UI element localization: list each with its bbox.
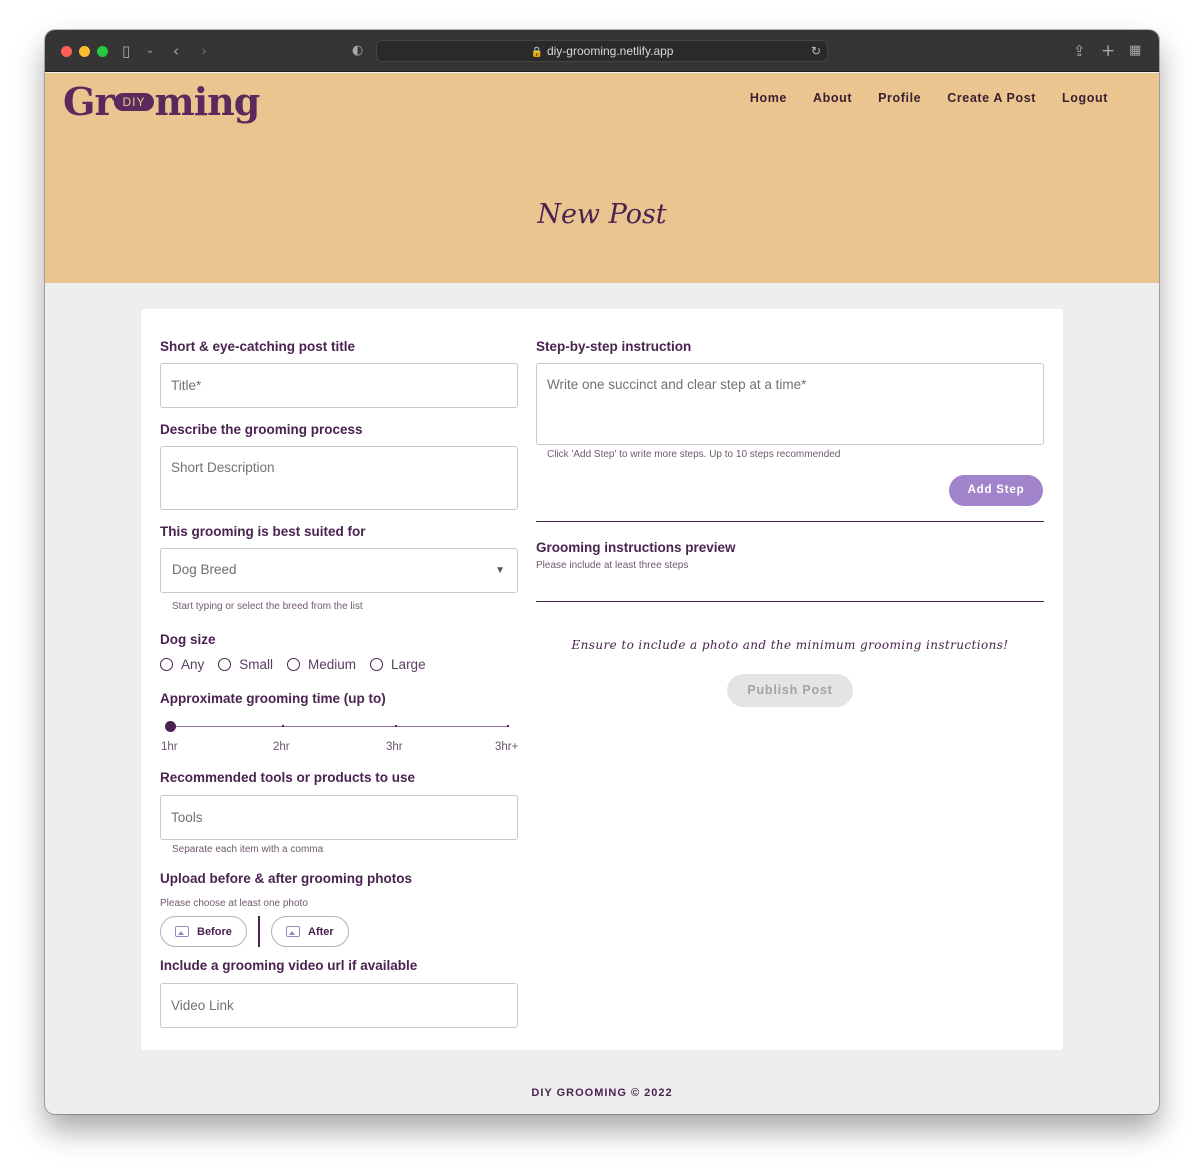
radio-large-label: Large [391,657,426,672]
browser-toolbar: ▯ ⌄ ‹ › ◐ 🔒 diy-grooming.netlify.app ↻ ⇪ … [45,30,1159,72]
dog-size-label: Dog size [160,632,216,647]
tools-label: Recommended tools or products to use [160,770,416,785]
divider [536,601,1044,602]
slider-mark-3hr: 3hr [386,741,403,753]
photos-label: Upload before & after grooming photos [160,871,412,886]
tab-overview-icon[interactable]: ▦ [1129,41,1141,61]
tools-helper: Separate each item with a comma [172,844,324,855]
dog-size-radio-group: Any Small Medium Large [160,657,440,672]
share-icon[interactable]: ⇪ [1073,41,1086,61]
close-window-button[interactable] [61,46,72,57]
privacy-shield-icon[interactable]: ◐ [352,41,363,61]
radio-any[interactable]: Any [160,657,204,672]
slider-tick [395,725,397,727]
logo-text-left: Gr [63,79,114,124]
url-text: diy-grooming.netlify.app [546,44,674,58]
breed-select-value: Dog Breed [172,562,237,577]
steps-label: Step-by-step instruction [536,339,692,354]
minimize-window-button[interactable] [79,46,90,57]
new-post-form: Short & eye-catching post title Describe… [141,309,1063,1050]
slider-mark-1hr: 1hr [161,741,178,753]
browser-window: ▯ ⌄ ‹ › ◐ 🔒 diy-grooming.netlify.app ↻ ⇪ … [45,30,1159,1114]
requirements-notice: Ensure to include a photo and the minimu… [571,638,1009,652]
site-header: Gr DIY ming Home About Profile Create A Po… [45,73,1159,283]
logo-badge: DIY [114,92,154,111]
description-input[interactable] [160,446,518,510]
nav-about[interactable]: About [813,91,852,105]
video-link-input[interactable] [160,983,518,1028]
lock-icon: 🔒 [530,47,543,58]
photos-helper: Please choose at least one photo [160,898,308,909]
radio-small[interactable]: Small [218,657,273,672]
before-photo-button[interactable]: Before [160,916,247,947]
radio-large[interactable]: Large [370,657,426,672]
reload-icon[interactable]: ↻ [811,41,821,61]
publish-post-button[interactable]: Publish Post [727,674,853,707]
site-logo[interactable]: Gr DIY ming [63,79,261,124]
video-label: Include a grooming video url if availabl… [160,958,418,973]
image-icon [175,926,189,937]
sidebar-icon[interactable]: ▯ [122,41,130,61]
after-photo-button[interactable]: After [271,916,349,947]
radio-small-label: Small [239,657,274,672]
step-input[interactable] [536,363,1044,445]
image-icon [286,926,300,937]
breed-helper: Start typing or select the breed from th… [172,601,363,612]
main-nav: Home About Profile Create A Post Logout [724,91,1108,105]
add-step-button[interactable]: Add Step [949,475,1043,506]
description-label: Describe the grooming process [160,422,363,437]
chevron-down-icon[interactable]: ⌄ [146,41,154,61]
nav-home[interactable]: Home [750,91,787,105]
breed-label: This grooming is best suited for [160,524,366,539]
nav-create-post[interactable]: Create A Post [947,91,1036,105]
caret-down-icon: ▼ [495,565,505,576]
radio-medium-label: Medium [308,657,357,672]
grooming-time-slider[interactable] [165,726,509,727]
grooming-time-label: Approximate grooming time (up to) [160,691,386,706]
radio-medium[interactable]: Medium [287,657,356,672]
radio-circle-icon [287,658,301,671]
logo-text-right: ming [154,79,261,124]
radio-circle-icon [218,658,232,671]
after-photo-label: After [308,925,334,938]
breed-select[interactable]: Dog Breed ▼ [160,548,518,593]
new-tab-icon[interactable]: + [1101,41,1115,61]
radio-circle-icon [370,658,384,671]
address-bar[interactable]: 🔒 diy-grooming.netlify.app ↻ [376,40,828,62]
photo-divider [258,916,260,947]
nav-profile[interactable]: Profile [878,91,921,105]
title-input[interactable] [160,363,518,408]
site-footer: DIY GROOMING © 2022 [531,1087,673,1099]
divider [536,521,1044,522]
slider-mark-2hr: 2hr [273,741,290,753]
radio-any-label: Any [181,657,205,672]
page-title: New Post [537,199,667,230]
back-icon[interactable]: ‹ [173,41,179,61]
preview-helper: Please include at least three steps [536,560,689,571]
slider-mark-3hr-plus: 3hr+ [495,741,519,753]
nav-logout[interactable]: Logout [1062,91,1108,105]
before-photo-label: Before [197,925,232,938]
slider-thumb[interactable] [165,721,176,732]
slider-tick [282,725,284,727]
tools-input[interactable] [160,795,518,840]
maximize-window-button[interactable] [97,46,108,57]
forward-icon[interactable]: › [201,41,207,61]
preview-label: Grooming instructions preview [536,540,736,555]
title-label: Short & eye-catching post title [160,339,356,354]
radio-circle-icon [160,658,173,671]
steps-helper: Click 'Add Step' to write more steps. Up… [547,449,841,460]
slider-tick [507,725,509,727]
